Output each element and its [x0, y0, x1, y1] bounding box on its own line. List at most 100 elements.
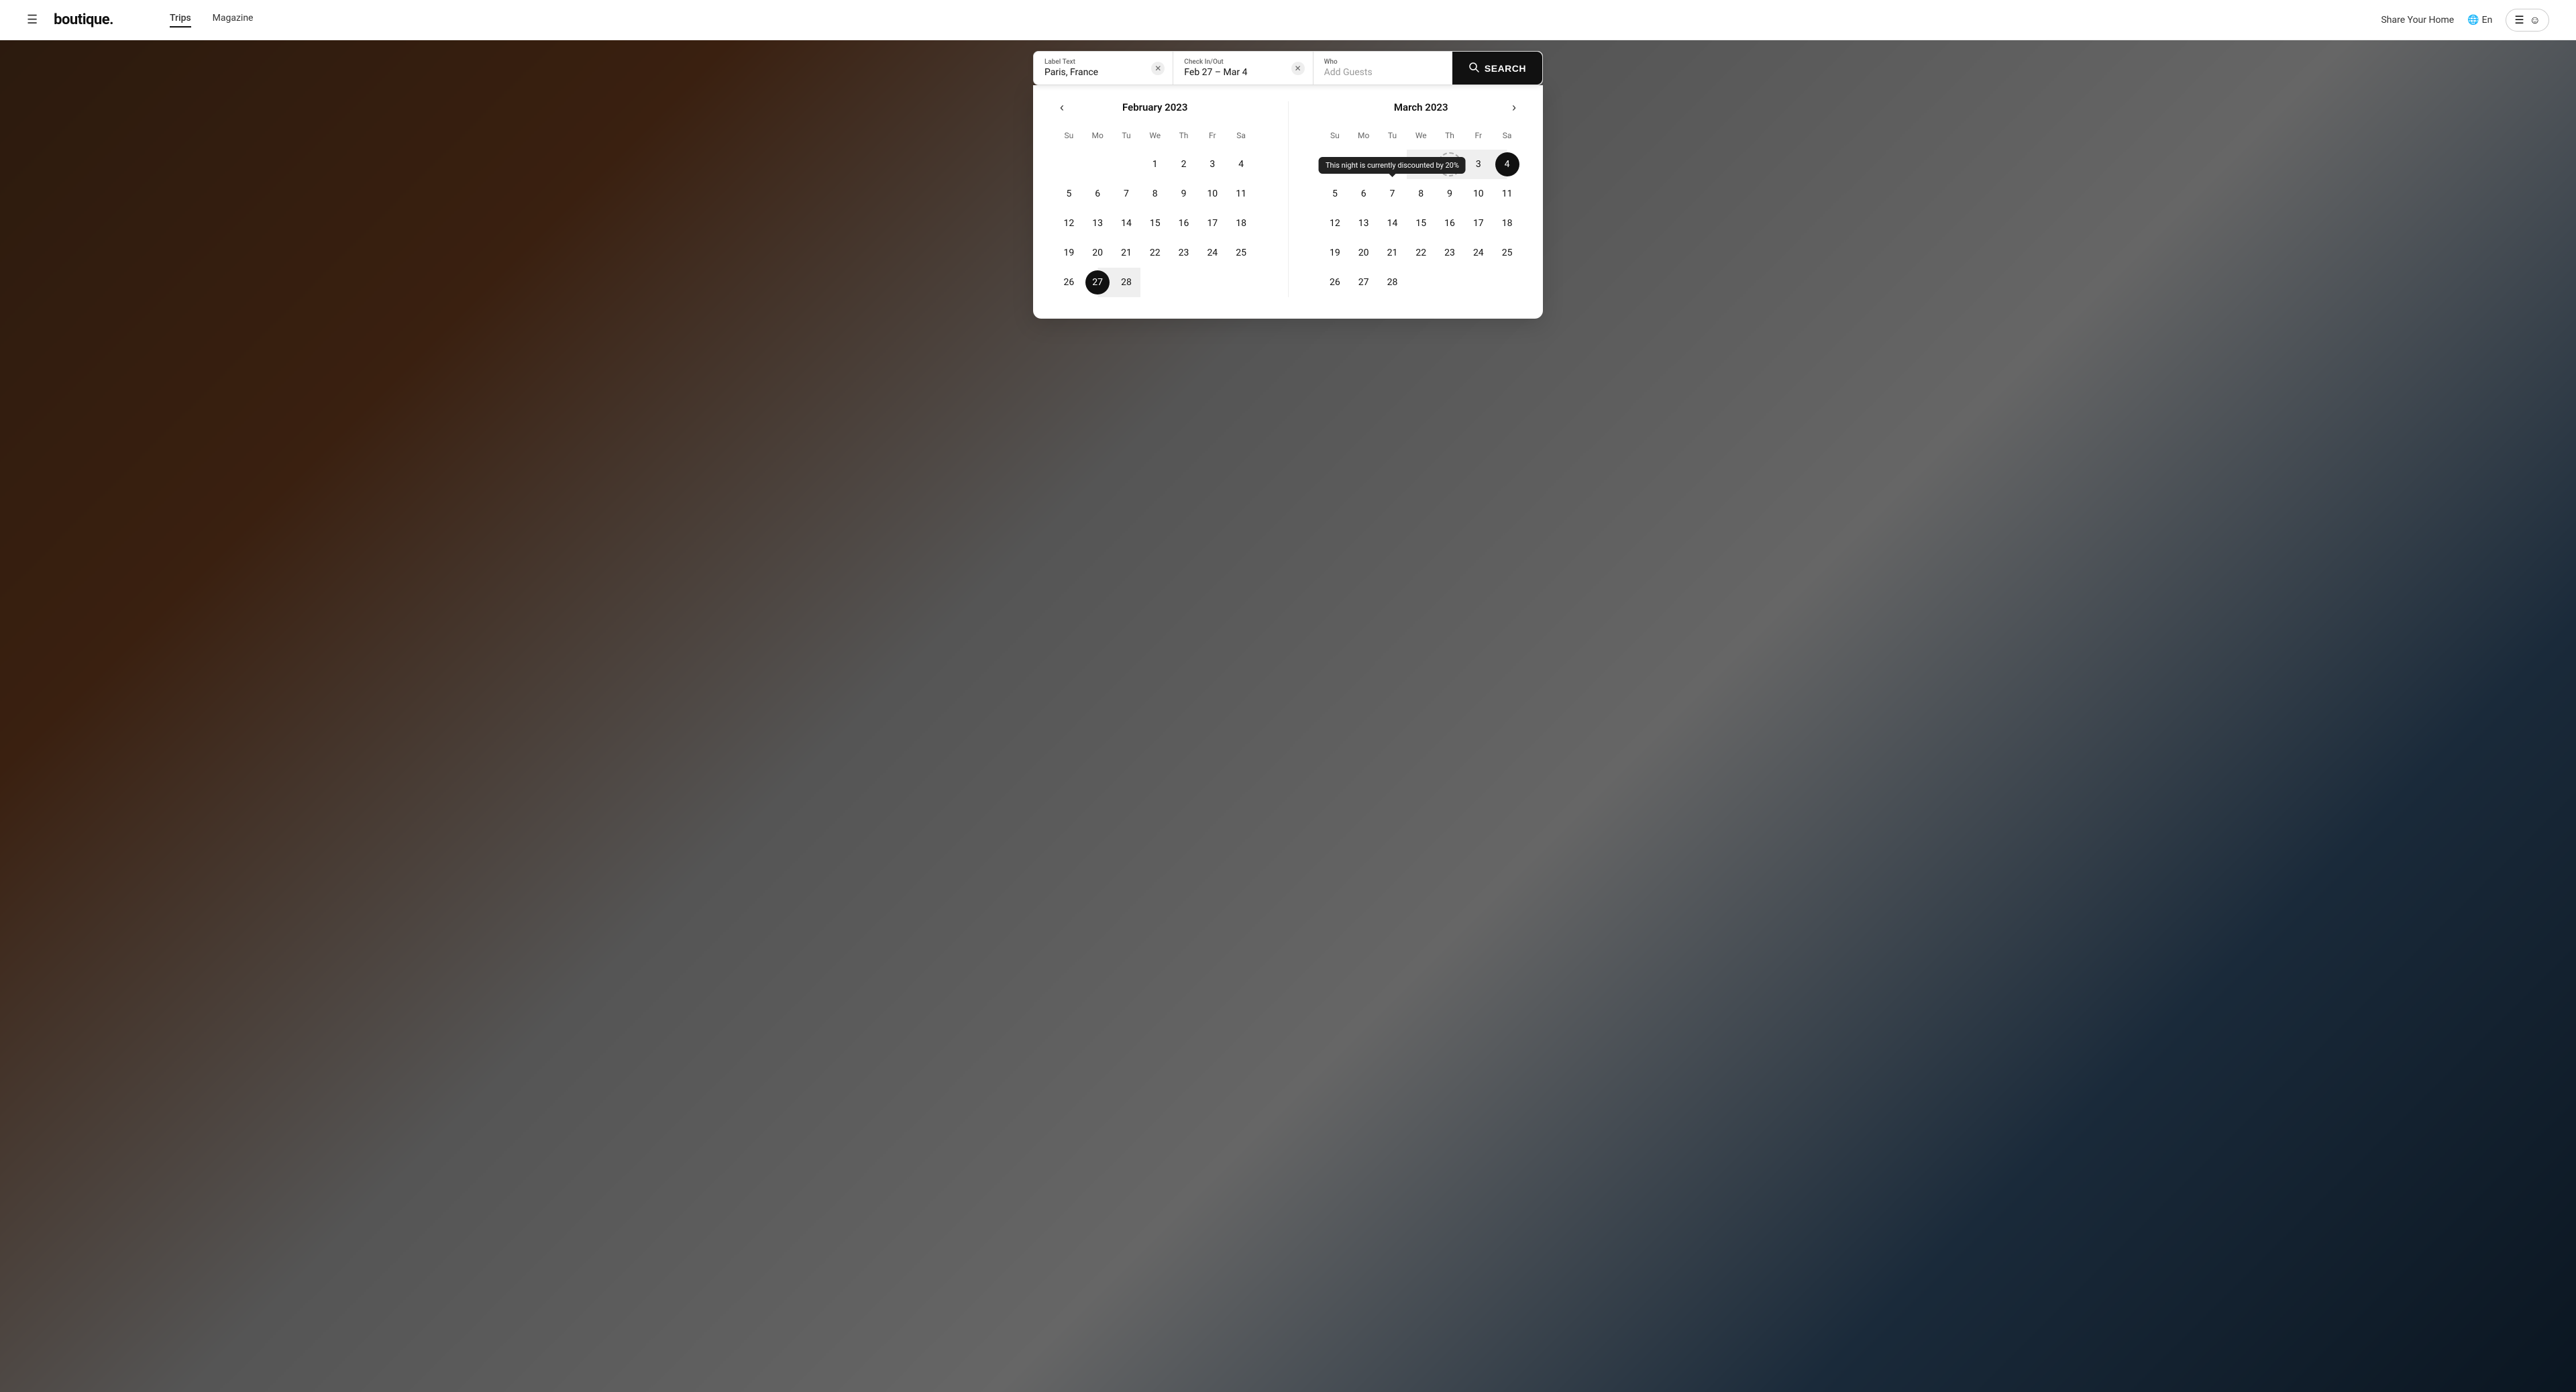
mar-day-7[interactable]: 7 This night is currently discounted by …: [1378, 179, 1407, 209]
mar-day-20[interactable]: 20: [1349, 238, 1378, 268]
feb-day-1[interactable]: 1: [1140, 150, 1169, 179]
date-clear-button[interactable]: ✕: [1291, 62, 1305, 75]
mar-day-2[interactable]: 2: [1436, 150, 1464, 179]
location-clear-button[interactable]: ✕: [1151, 62, 1165, 75]
date-value: Feb 27 – Mar 4: [1184, 67, 1301, 78]
user-icon: ☺: [2530, 13, 2540, 27]
mar-day-15[interactable]: 15: [1407, 209, 1436, 238]
mar-day-12[interactable]: 12: [1321, 209, 1350, 238]
feb-day-4[interactable]: 4: [1227, 150, 1256, 179]
feb-day-22[interactable]: 22: [1140, 238, 1169, 268]
location-field[interactable]: Label Text Paris, France ✕: [1034, 52, 1173, 85]
search-label: SEARCH: [1485, 63, 1526, 74]
mar-weekday-mo: Mo: [1349, 127, 1378, 144]
mar-empty-row5-4: [1407, 268, 1436, 297]
mar-day-26[interactable]: 26: [1321, 268, 1350, 297]
mar-day-8[interactable]: 8: [1407, 179, 1436, 209]
feb-day-5[interactable]: 5: [1055, 179, 1083, 209]
mar-weekday-tu: Tu: [1378, 127, 1407, 144]
lang-selector[interactable]: 🌐 En: [2467, 15, 2492, 25]
mar-day-14[interactable]: 14: [1378, 209, 1407, 238]
date-label: Check In/Out: [1184, 58, 1301, 66]
feb-day-20[interactable]: 20: [1083, 238, 1112, 268]
calendar-section: Label Text Paris, France ✕ Check In/Out …: [0, 40, 2576, 319]
search-bar: Label Text Paris, France ✕ Check In/Out …: [1033, 51, 1543, 85]
feb-day-21[interactable]: 21: [1112, 238, 1141, 268]
feb-day-27[interactable]: 27: [1083, 268, 1112, 297]
feb-day-10[interactable]: 10: [1198, 179, 1227, 209]
feb-day-13[interactable]: 13: [1083, 209, 1112, 238]
mar-day-23[interactable]: 23: [1436, 238, 1464, 268]
date-field[interactable]: Check In/Out Feb 27 – Mar 4 ✕: [1173, 52, 1313, 85]
feb-day-6[interactable]: 6: [1083, 179, 1112, 209]
mar-weekday-th: Th: [1436, 127, 1464, 144]
mar-empty-row5-6: [1464, 268, 1493, 297]
share-home-link[interactable]: Share Your Home: [2381, 15, 2454, 25]
mar-weekday-su: Su: [1321, 127, 1350, 144]
guests-field[interactable]: Who Add Guests: [1313, 52, 1452, 85]
mar-day-17[interactable]: 17: [1464, 209, 1493, 238]
mar-day-28[interactable]: 28: [1378, 268, 1407, 297]
nav-trips[interactable]: Trips: [170, 13, 191, 28]
weekday-we: We: [1140, 127, 1169, 144]
feb-day-12[interactable]: 12: [1055, 209, 1083, 238]
mar-weekdays: Su Mo Tu We Th Fr Sa: [1321, 127, 1522, 144]
feb-day-9[interactable]: 9: [1169, 179, 1198, 209]
mar-day-16[interactable]: 16: [1436, 209, 1464, 238]
feb-day-19[interactable]: 19: [1055, 238, 1083, 268]
feb-day-23[interactable]: 23: [1169, 238, 1198, 268]
mar-day-1[interactable]: 1: [1407, 150, 1436, 179]
mar-day-21[interactable]: 21: [1378, 238, 1407, 268]
mar-empty-3: [1378, 150, 1407, 179]
user-menu-button[interactable]: ☰ ☺: [2506, 9, 2549, 32]
logo[interactable]: boutique.: [54, 11, 113, 28]
feb-day-26[interactable]: 26: [1055, 268, 1083, 297]
mar-day-5[interactable]: 5: [1321, 179, 1350, 209]
lang-label: En: [2482, 15, 2493, 25]
feb-day-11[interactable]: 11: [1227, 179, 1256, 209]
feb-day-2[interactable]: 2: [1169, 150, 1198, 179]
mar-title: March 2023: [1394, 101, 1448, 113]
weekday-tu: Tu: [1112, 127, 1141, 144]
feb-days-grid: 1 2 3 4 5 6 7 8 9 10 11 12 13 14: [1055, 150, 1256, 297]
mar-day-19[interactable]: 19: [1321, 238, 1350, 268]
mar-day-4[interactable]: 4: [1493, 150, 1521, 179]
mar-day-22[interactable]: 22: [1407, 238, 1436, 268]
feb-day-25[interactable]: 25: [1227, 238, 1256, 268]
nav-magazine[interactable]: Magazine: [213, 13, 254, 28]
mar-day-11[interactable]: 11: [1493, 179, 1521, 209]
feb-day-24[interactable]: 24: [1198, 238, 1227, 268]
feb-day-7[interactable]: 7: [1112, 179, 1141, 209]
mar-day-25[interactable]: 25: [1493, 238, 1521, 268]
mar-days-grid: 1 2 3 4 5 6 7 This night is currently di…: [1321, 150, 1522, 297]
location-label: Label Text: [1044, 58, 1162, 66]
weekday-sa: Sa: [1227, 127, 1256, 144]
feb-empty-1: [1055, 150, 1083, 179]
feb-day-18[interactable]: 18: [1227, 209, 1256, 238]
feb-header: ‹ February 2023: [1055, 101, 1256, 113]
mar-day-24[interactable]: 24: [1464, 238, 1493, 268]
feb-day-16[interactable]: 16: [1169, 209, 1198, 238]
feb-day-8[interactable]: 8: [1140, 179, 1169, 209]
mar-day-9[interactable]: 9: [1436, 179, 1464, 209]
calendar-wrapper: ‹ February 2023 Su Mo Tu We Th Fr Sa: [1055, 101, 1521, 297]
mar-day-27[interactable]: 27: [1349, 268, 1378, 297]
next-month-button[interactable]: ›: [1507, 98, 1521, 117]
feb-day-14[interactable]: 14: [1112, 209, 1141, 238]
header-right: Share Your Home 🌐 En ☰ ☺: [2381, 9, 2549, 32]
prev-month-button[interactable]: ‹: [1055, 98, 1069, 117]
feb-day-28[interactable]: 28: [1112, 268, 1141, 297]
mar-day-6[interactable]: 6: [1349, 179, 1378, 209]
mar-day-3[interactable]: 3: [1464, 150, 1493, 179]
menu-icon[interactable]: ☰: [27, 13, 38, 27]
feb-day-3[interactable]: 3: [1198, 150, 1227, 179]
feb-weekdays: Su Mo Tu We Th Fr Sa: [1055, 127, 1256, 144]
guests-value: Add Guests: [1324, 67, 1442, 78]
mar-day-10[interactable]: 10: [1464, 179, 1493, 209]
mar-day-18[interactable]: 18: [1493, 209, 1521, 238]
mar-day-13[interactable]: 13: [1349, 209, 1378, 238]
feb-day-15[interactable]: 15: [1140, 209, 1169, 238]
feb-day-17[interactable]: 17: [1198, 209, 1227, 238]
calendar-march: March 2023 › Su Mo Tu We Th Fr Sa: [1321, 101, 1522, 297]
search-button[interactable]: SEARCH: [1452, 52, 1542, 85]
